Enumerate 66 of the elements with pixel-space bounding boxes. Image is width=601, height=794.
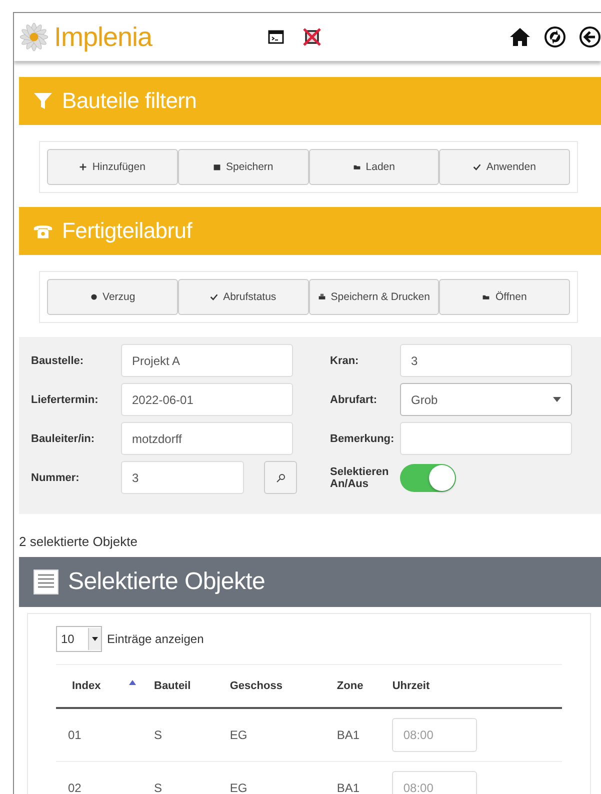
page-size-label: Einträge anzeigen — [107, 632, 204, 646]
section-title: Bauteile filtern — [62, 88, 197, 114]
save-icon — [212, 163, 221, 171]
table-cell: BA1 — [336, 708, 392, 762]
input-field[interactable]: 3 — [400, 344, 572, 377]
input-field[interactable]: 2022-06-01 — [121, 383, 293, 416]
dropdown[interactable]: Grob — [400, 383, 572, 416]
table-cell: EG — [228, 708, 336, 762]
sort-ascending-icon — [128, 680, 136, 685]
remark-field[interactable] — [400, 422, 572, 455]
field-label: Bemerkung: — [330, 432, 396, 444]
home-icon[interactable] — [509, 27, 531, 47]
check-icon — [473, 163, 482, 171]
logo-text: Implenia — [54, 22, 152, 52]
field-label: Nummer: — [31, 472, 80, 484]
toggle-switch[interactable] — [400, 464, 456, 492]
caret-icon — [92, 637, 98, 641]
table-cell: BA1 — [336, 762, 392, 794]
toolbar-button[interactable]: Öffnen — [439, 279, 570, 315]
column-header[interactable]: Index — [56, 664, 153, 708]
toolbar-button[interactable]: Speichern & Drucken — [308, 279, 440, 315]
filter-icon — [33, 91, 53, 111]
flower-logo-icon — [18, 21, 50, 53]
toolbar-button[interactable]: Abrufstatus — [178, 279, 308, 315]
caret-icon — [553, 397, 561, 402]
input-field[interactable]: 3 — [121, 461, 244, 494]
toolbar-button[interactable]: Laden — [308, 149, 440, 185]
field-label: Baustelle: — [31, 354, 85, 366]
table-cell: 01 — [56, 708, 153, 762]
table-cell: S — [153, 708, 229, 762]
print-icon — [318, 293, 326, 301]
field-label: Kran: — [330, 354, 360, 366]
table-cell: S — [153, 762, 229, 794]
selection-count: 2 selektierte Objekte — [19, 534, 139, 549]
plus-icon — [79, 163, 88, 171]
field-label: Bauleiter/in: — [31, 432, 96, 444]
check-icon — [210, 293, 218, 301]
crossed-out-icon[interactable] — [302, 27, 322, 47]
folder-icon — [482, 293, 490, 301]
field-label: Abrufart: — [330, 394, 378, 406]
dot-icon — [90, 293, 98, 301]
folder-icon — [352, 163, 361, 171]
column-header[interactable]: Bauteil — [153, 664, 229, 708]
toolbar-button[interactable]: Verzug — [47, 279, 178, 315]
column-header[interactable]: Geschoss — [228, 664, 336, 708]
page-size-dropdown[interactable]: 10 — [56, 626, 102, 652]
back-icon[interactable] — [579, 26, 601, 48]
field-label: Liefertermin: — [31, 394, 100, 406]
section-title: Selektierte Objekte — [68, 568, 266, 596]
search-icon — [276, 472, 286, 482]
toolbar-button[interactable]: Speichern — [178, 149, 308, 185]
field-label: Selektieren An/Aus — [330, 466, 390, 490]
time-input[interactable]: 08:00 — [392, 771, 478, 794]
section-title: Fertigteilabruf — [62, 218, 192, 244]
time-input[interactable]: 08:00 — [392, 718, 478, 752]
input-field[interactable]: Projekt A — [121, 344, 293, 377]
table-cell: 02 — [56, 762, 153, 794]
list-icon — [33, 569, 59, 595]
refresh-icon[interactable] — [544, 26, 566, 48]
terminal-icon[interactable] — [268, 30, 284, 44]
toolbar-button[interactable]: Hinzufügen — [47, 149, 178, 185]
input-field[interactable]: motzdorff — [121, 422, 293, 455]
column-header[interactable]: Zone — [336, 664, 392, 708]
table-cell: EG — [228, 762, 336, 794]
column-header[interactable]: Uhrzeit — [391, 664, 562, 708]
toolbar-button[interactable]: Anwenden — [439, 149, 570, 185]
